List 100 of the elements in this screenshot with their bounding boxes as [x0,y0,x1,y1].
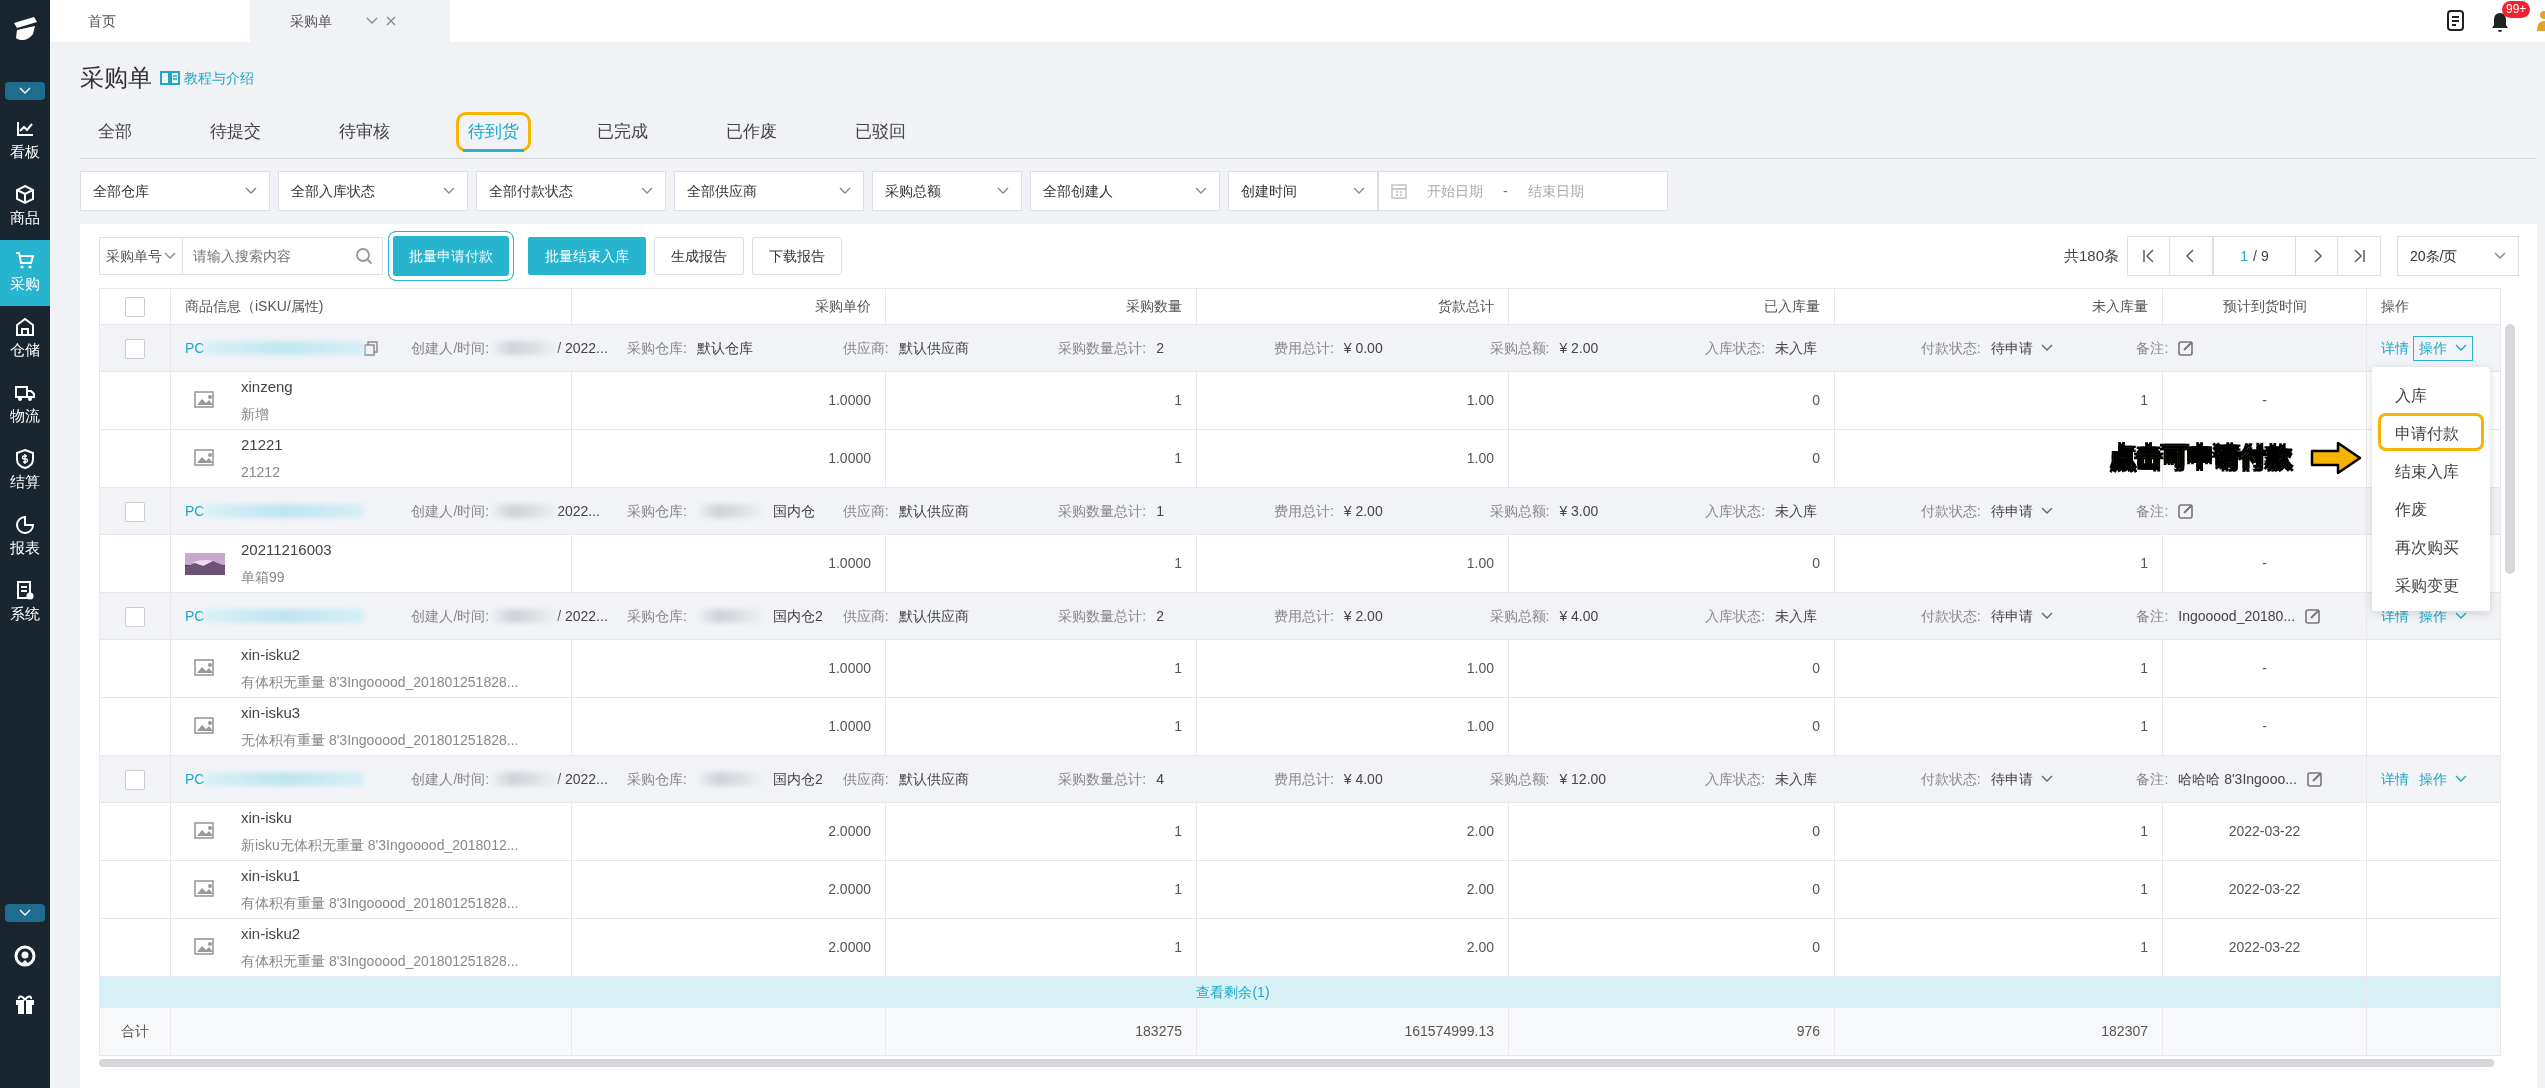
menu-item[interactable]: 申请付款 [2378,413,2484,451]
pie-chart-icon [14,514,36,536]
filter-dropdown[interactable]: 创建时间 [1228,171,1378,211]
status-tab[interactable]: 待审核 [327,112,402,152]
table-cell: 2.0000 [828,881,871,897]
chevron-down-icon [164,252,176,260]
status-tab[interactable]: 全部 [86,112,144,152]
field-value: 默认供应商 [898,338,969,358]
sidebar-item[interactable]: 结算 [0,438,50,504]
field-label: 费用总计: [1273,501,1334,521]
field-label: 费用总计: [1273,338,1334,358]
field-value: ¥ 2.00 [1559,338,1599,358]
table-cell: 0 [1812,392,1820,408]
first-page-button[interactable] [2127,236,2170,276]
action-button[interactable]: 生成报告 [654,237,744,275]
field-label: 采购仓库: [627,501,687,521]
expand-button[interactable] [5,82,45,100]
filter-dropdown[interactable]: 全部入库状态 [278,171,468,211]
field-label: 备注: [2136,769,2169,789]
field-value: 2 [1156,338,1164,358]
product-attribute: 有体积无重量 8'3Ingooood_201801251828... [241,673,519,693]
last-page-button[interactable] [2338,236,2381,276]
notification-count: 99+ [2502,1,2531,19]
filter-dropdown[interactable]: 全部仓库 [80,171,270,211]
status-tab[interactable]: 待提交 [198,112,273,152]
field-value: ¥ 4.00 [1559,606,1599,626]
sidebar-item[interactable]: 看板 [0,108,50,174]
filter-dropdown[interactable]: 全部创建人 [1030,171,1220,211]
select-all-checkbox[interactable] [125,297,145,318]
expand-button[interactable] [5,904,45,922]
field-label: 创建人/时间: [411,606,490,626]
field-value: 默认供应商 [898,606,969,626]
table-cell: 1.00 [1466,718,1494,734]
product-name: 21221 [241,434,283,455]
field-label: 采购总额: [1489,769,1550,789]
first-page-icon [2141,249,2156,263]
edit-icon[interactable] [2178,340,2195,356]
field-value: 国内仓2 [772,606,823,626]
field-value: ¥ 3.00 [1559,501,1599,521]
field-value: 未入库 [1775,338,1817,358]
filter-dropdown[interactable]: 采购总额 [872,171,1022,211]
product-name: xin-isku [241,807,293,828]
table-cell: - [2262,718,2267,734]
menu-item[interactable]: 再次购买 [2372,527,2490,565]
field-label: 入库状态: [1705,606,1765,626]
row-checkbox[interactable] [125,769,145,790]
sidebar-item[interactable]: 商品 [0,174,50,240]
field-value: 国内仓2 [772,769,823,789]
chevron-down-icon[interactable] [366,17,378,25]
copy-icon[interactable] [364,340,379,356]
sidebar-item[interactable]: 仓储 [0,306,50,372]
status-dropdown[interactable]: 待申请 [1990,768,2053,790]
table-cell: 1 [2140,718,2148,734]
edit-icon[interactable] [2305,608,2322,624]
status-tab[interactable]: 已驳回 [843,112,918,152]
product-name: xinzeng [241,376,293,397]
table-cell: - [2262,392,2267,408]
filter-dropdown[interactable]: 全部供应商 [674,171,864,211]
total-count: 共180条 [2063,245,2119,266]
sidebar-item[interactable]: 报表 [0,504,50,570]
status-dropdown[interactable]: 待申请 [1990,605,2053,627]
search-field[interactable]: 请输入搜索内容 [183,237,383,275]
table-cell: 1 [2140,660,2148,676]
total-label: 合计 [121,1023,149,1039]
table-cell: 1.00 [1466,392,1494,408]
search-type-dropdown[interactable]: 采购单号 [99,237,183,275]
status-dropdown[interactable]: 待申请 [1990,500,2053,522]
field-label: 采购总额: [1489,501,1550,521]
row-checkbox[interactable] [125,338,145,359]
chevron-down-icon [245,187,257,195]
remark-text: 哈哈哈 8'3Ingooo... [2178,769,2297,789]
edit-icon[interactable] [2178,503,2195,519]
table-cell: 1 [2140,555,2148,571]
headset-icon[interactable] [13,944,37,968]
sidebar-item[interactable]: 系统 [0,570,50,636]
menu-item[interactable]: 采购变更 [2372,565,2490,603]
scrollbar-thumb[interactable] [2505,324,2515,574]
action-button[interactable]: 下载报告 [752,237,842,275]
row-checkbox[interactable] [125,606,145,627]
row-checkbox[interactable] [125,501,145,522]
page-tab[interactable]: 采购单 [250,0,450,42]
table-cell: 1 [2140,881,2148,897]
table-cell: 1 [1174,392,1182,408]
table-cell: 0 [1812,660,1820,676]
page-size-dropdown[interactable]: 20条/页 [2397,236,2519,276]
note-icon[interactable] [2446,10,2466,32]
product-attribute: 新增 [241,405,270,425]
close-icon[interactable] [386,16,396,26]
status-tab[interactable]: 已完成 [585,112,660,152]
edit-icon[interactable] [2306,771,2323,787]
sidebar-item[interactable]: 物流 [0,372,50,438]
filter-dropdown[interactable]: 全部付款状态 [476,171,666,211]
table-cell: 1.0000 [828,392,871,408]
field-value: ¥ 2.00 [1343,501,1383,521]
status-dropdown[interactable]: 待申请 [1990,337,2053,359]
date-range-field[interactable]: 开始日期 - 结束日期 [1378,171,1668,211]
scrollbar-thumb[interactable] [99,1059,2494,1067]
page-tab[interactable]: 首页 [50,0,250,42]
column-header: 操作 [2381,298,2409,314]
status-tab[interactable]: 已作废 [714,112,789,152]
